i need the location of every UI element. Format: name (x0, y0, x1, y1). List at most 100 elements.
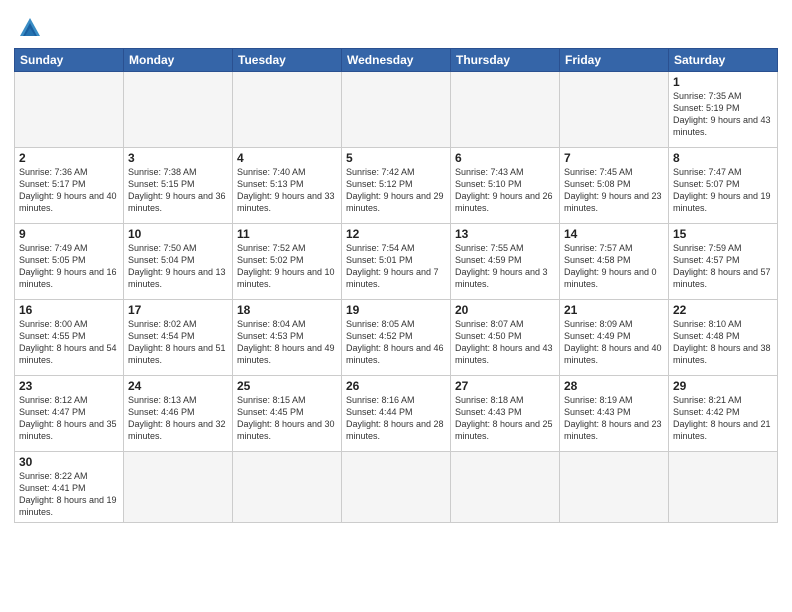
day-number: 4 (237, 151, 337, 165)
day-number: 3 (128, 151, 228, 165)
day-number: 17 (128, 303, 228, 317)
day-info: Sunrise: 8:13 AM Sunset: 4:46 PM Dayligh… (128, 394, 228, 443)
day-number: 11 (237, 227, 337, 241)
day-number: 9 (19, 227, 119, 241)
table-row: 13Sunrise: 7:55 AM Sunset: 4:59 PM Dayli… (451, 224, 560, 300)
table-row: 5Sunrise: 7:42 AM Sunset: 5:12 PM Daylig… (342, 148, 451, 224)
day-number: 10 (128, 227, 228, 241)
table-row: 23Sunrise: 8:12 AM Sunset: 4:47 PM Dayli… (15, 376, 124, 452)
day-number: 2 (19, 151, 119, 165)
table-row: 24Sunrise: 8:13 AM Sunset: 4:46 PM Dayli… (124, 376, 233, 452)
table-row: 26Sunrise: 8:16 AM Sunset: 4:44 PM Dayli… (342, 376, 451, 452)
day-info: Sunrise: 7:45 AM Sunset: 5:08 PM Dayligh… (564, 166, 664, 215)
table-row: 9Sunrise: 7:49 AM Sunset: 5:05 PM Daylig… (15, 224, 124, 300)
day-info: Sunrise: 7:47 AM Sunset: 5:07 PM Dayligh… (673, 166, 773, 215)
day-info: Sunrise: 8:15 AM Sunset: 4:45 PM Dayligh… (237, 394, 337, 443)
calendar-table: Sunday Monday Tuesday Wednesday Thursday… (14, 48, 778, 523)
day-number: 24 (128, 379, 228, 393)
day-info: Sunrise: 7:43 AM Sunset: 5:10 PM Dayligh… (455, 166, 555, 215)
day-number: 21 (564, 303, 664, 317)
header-friday: Friday (560, 49, 669, 72)
table-row: 10Sunrise: 7:50 AM Sunset: 5:04 PM Dayli… (124, 224, 233, 300)
table-row: 17Sunrise: 8:02 AM Sunset: 4:54 PM Dayli… (124, 300, 233, 376)
day-info: Sunrise: 8:04 AM Sunset: 4:53 PM Dayligh… (237, 318, 337, 367)
day-number: 28 (564, 379, 664, 393)
day-number: 30 (19, 455, 119, 469)
header-sunday: Sunday (15, 49, 124, 72)
day-info: Sunrise: 8:02 AM Sunset: 4:54 PM Dayligh… (128, 318, 228, 367)
header-saturday: Saturday (669, 49, 778, 72)
day-number: 16 (19, 303, 119, 317)
header-wednesday: Wednesday (342, 49, 451, 72)
table-row: 21Sunrise: 8:09 AM Sunset: 4:49 PM Dayli… (560, 300, 669, 376)
day-number: 18 (237, 303, 337, 317)
logo-icon (16, 14, 44, 42)
weekday-header-row: Sunday Monday Tuesday Wednesday Thursday… (15, 49, 778, 72)
day-info: Sunrise: 8:21 AM Sunset: 4:42 PM Dayligh… (673, 394, 773, 443)
table-row: 27Sunrise: 8:18 AM Sunset: 4:43 PM Dayli… (451, 376, 560, 452)
day-number: 14 (564, 227, 664, 241)
day-info: Sunrise: 8:05 AM Sunset: 4:52 PM Dayligh… (346, 318, 446, 367)
table-row: 3Sunrise: 7:38 AM Sunset: 5:15 PM Daylig… (124, 148, 233, 224)
day-info: Sunrise: 7:36 AM Sunset: 5:17 PM Dayligh… (19, 166, 119, 215)
day-info: Sunrise: 7:38 AM Sunset: 5:15 PM Dayligh… (128, 166, 228, 215)
table-row: 11Sunrise: 7:52 AM Sunset: 5:02 PM Dayli… (233, 224, 342, 300)
table-row: 2Sunrise: 7:36 AM Sunset: 5:17 PM Daylig… (15, 148, 124, 224)
table-row (669, 452, 778, 523)
table-row (451, 452, 560, 523)
day-number: 13 (455, 227, 555, 241)
header-monday: Monday (124, 49, 233, 72)
day-info: Sunrise: 8:09 AM Sunset: 4:49 PM Dayligh… (564, 318, 664, 367)
day-number: 26 (346, 379, 446, 393)
day-number: 27 (455, 379, 555, 393)
logo (14, 14, 42, 42)
table-row: 4Sunrise: 7:40 AM Sunset: 5:13 PM Daylig… (233, 148, 342, 224)
day-info: Sunrise: 8:18 AM Sunset: 4:43 PM Dayligh… (455, 394, 555, 443)
day-info: Sunrise: 7:42 AM Sunset: 5:12 PM Dayligh… (346, 166, 446, 215)
day-info: Sunrise: 7:40 AM Sunset: 5:13 PM Dayligh… (237, 166, 337, 215)
table-row (342, 72, 451, 148)
table-row: 12Sunrise: 7:54 AM Sunset: 5:01 PM Dayli… (342, 224, 451, 300)
table-row: 18Sunrise: 8:04 AM Sunset: 4:53 PM Dayli… (233, 300, 342, 376)
day-number: 12 (346, 227, 446, 241)
day-info: Sunrise: 7:49 AM Sunset: 5:05 PM Dayligh… (19, 242, 119, 291)
table-row: 19Sunrise: 8:05 AM Sunset: 4:52 PM Dayli… (342, 300, 451, 376)
table-row: 7Sunrise: 7:45 AM Sunset: 5:08 PM Daylig… (560, 148, 669, 224)
day-number: 15 (673, 227, 773, 241)
table-row (233, 452, 342, 523)
table-row: 28Sunrise: 8:19 AM Sunset: 4:43 PM Dayli… (560, 376, 669, 452)
table-row: 14Sunrise: 7:57 AM Sunset: 4:58 PM Dayli… (560, 224, 669, 300)
table-row: 25Sunrise: 8:15 AM Sunset: 4:45 PM Dayli… (233, 376, 342, 452)
table-row: 29Sunrise: 8:21 AM Sunset: 4:42 PM Dayli… (669, 376, 778, 452)
day-info: Sunrise: 8:12 AM Sunset: 4:47 PM Dayligh… (19, 394, 119, 443)
table-row (124, 72, 233, 148)
table-row (15, 72, 124, 148)
table-row: 6Sunrise: 7:43 AM Sunset: 5:10 PM Daylig… (451, 148, 560, 224)
day-info: Sunrise: 7:55 AM Sunset: 4:59 PM Dayligh… (455, 242, 555, 291)
table-row: 16Sunrise: 8:00 AM Sunset: 4:55 PM Dayli… (15, 300, 124, 376)
day-info: Sunrise: 8:19 AM Sunset: 4:43 PM Dayligh… (564, 394, 664, 443)
day-info: Sunrise: 8:16 AM Sunset: 4:44 PM Dayligh… (346, 394, 446, 443)
day-number: 23 (19, 379, 119, 393)
day-number: 29 (673, 379, 773, 393)
table-row: 30Sunrise: 8:22 AM Sunset: 4:41 PM Dayli… (15, 452, 124, 523)
table-row (560, 452, 669, 523)
table-row: 20Sunrise: 8:07 AM Sunset: 4:50 PM Dayli… (451, 300, 560, 376)
table-row (451, 72, 560, 148)
day-info: Sunrise: 8:00 AM Sunset: 4:55 PM Dayligh… (19, 318, 119, 367)
day-info: Sunrise: 8:10 AM Sunset: 4:48 PM Dayligh… (673, 318, 773, 367)
day-info: Sunrise: 8:22 AM Sunset: 4:41 PM Dayligh… (19, 470, 119, 519)
day-number: 20 (455, 303, 555, 317)
table-row (233, 72, 342, 148)
day-number: 1 (673, 75, 773, 89)
day-number: 25 (237, 379, 337, 393)
table-row: 22Sunrise: 8:10 AM Sunset: 4:48 PM Dayli… (669, 300, 778, 376)
header-thursday: Thursday (451, 49, 560, 72)
day-number: 7 (564, 151, 664, 165)
day-info: Sunrise: 7:59 AM Sunset: 4:57 PM Dayligh… (673, 242, 773, 291)
day-number: 5 (346, 151, 446, 165)
day-number: 19 (346, 303, 446, 317)
day-info: Sunrise: 7:57 AM Sunset: 4:58 PM Dayligh… (564, 242, 664, 291)
day-info: Sunrise: 7:52 AM Sunset: 5:02 PM Dayligh… (237, 242, 337, 291)
table-row: 15Sunrise: 7:59 AM Sunset: 4:57 PM Dayli… (669, 224, 778, 300)
